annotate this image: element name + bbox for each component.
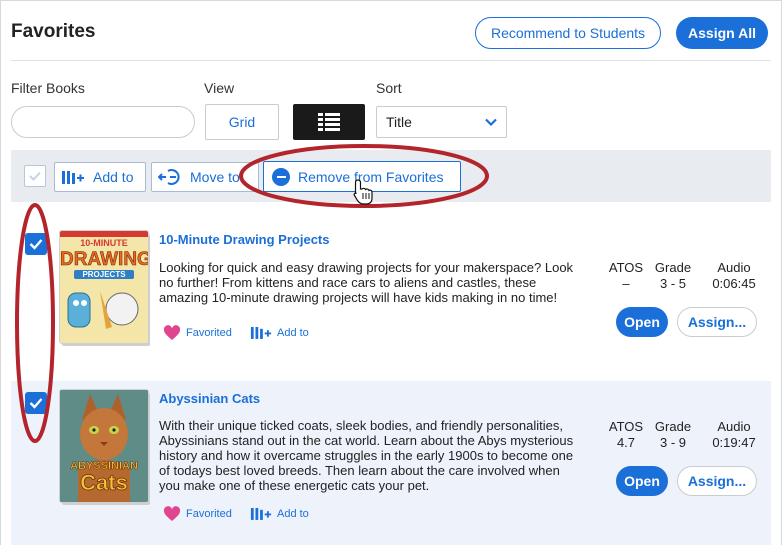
book-cover[interactable]: 10-MINUTE DRAWING PROJECTS xyxy=(60,231,148,343)
book-description: With their unique ticked coats, sleek bo… xyxy=(159,418,574,493)
assign-all-button[interactable]: Assign All xyxy=(676,17,768,49)
grade-value: 3 - 5 xyxy=(659,276,686,291)
toolbar-add-to-label: Add to xyxy=(93,169,134,185)
filter-books-input[interactable] xyxy=(11,106,195,138)
book-description: Looking for quick and easy drawing proje… xyxy=(159,260,574,305)
view-grid-button[interactable]: Grid xyxy=(205,104,279,140)
heart-icon xyxy=(163,506,181,521)
audio-label: Audio xyxy=(717,419,751,434)
check-icon xyxy=(29,398,43,409)
favorited-toggle[interactable]: Favorited xyxy=(163,325,232,341)
view-label: View xyxy=(204,80,235,96)
page-title: Favorites xyxy=(11,21,96,42)
add-to-label: Add to xyxy=(277,507,309,520)
filter-books-label: Filter Books xyxy=(11,80,85,96)
check-icon xyxy=(29,239,43,250)
sort-select[interactable]: Title xyxy=(376,106,507,138)
toolbar-move-to-button[interactable]: Move to xyxy=(151,162,259,192)
audio-value: 0:06:45 xyxy=(712,276,756,291)
book-title-link[interactable]: 10-Minute Drawing Projects xyxy=(159,232,329,247)
book-cover[interactable]: ABYSSINIAN Cats xyxy=(60,390,148,502)
add-to-link[interactable]: Add to xyxy=(250,325,309,340)
assign-button[interactable]: Assign... xyxy=(677,466,757,496)
add-to-shelf-icon xyxy=(250,327,272,339)
move-to-icon xyxy=(158,169,180,185)
open-button[interactable]: Open xyxy=(616,466,668,496)
book-checkbox[interactable] xyxy=(25,233,47,255)
list-view-icon xyxy=(318,113,340,131)
chevron-down-icon xyxy=(485,118,497,127)
add-to-label: Add to xyxy=(277,326,309,339)
header-divider xyxy=(11,60,771,61)
book-title-link[interactable]: Abyssinian Cats xyxy=(159,391,260,406)
cover-text-sub: PROJECTS xyxy=(74,270,134,279)
favorited-label: Favorited xyxy=(186,327,232,339)
toolbar-move-to-label: Move to xyxy=(190,169,240,185)
toolbar-add-to-button[interactable]: Add to xyxy=(54,162,146,192)
remove-from-favorites-button[interactable]: Remove from Favorites xyxy=(263,161,461,192)
cover-text-top: 10-MINUTE xyxy=(80,238,128,248)
book-checkbox[interactable] xyxy=(25,392,47,414)
grade-label: Grade xyxy=(654,419,692,434)
heart-icon xyxy=(163,325,181,340)
check-icon xyxy=(29,171,41,181)
grade-value: 3 - 9 xyxy=(659,435,686,450)
favorited-toggle[interactable]: Favorited xyxy=(163,506,232,522)
sort-select-value: Title xyxy=(386,114,412,130)
add-to-link[interactable]: Add to xyxy=(250,506,309,521)
cover-text-main: DRAWING xyxy=(60,249,148,271)
audio-value: 0:19:47 xyxy=(712,435,756,450)
sort-label: Sort xyxy=(376,80,402,96)
remove-from-favorites-label: Remove from Favorites xyxy=(298,168,444,185)
select-all-checkbox[interactable] xyxy=(24,165,46,187)
add-to-shelf-icon xyxy=(62,171,84,184)
open-button[interactable]: Open xyxy=(616,307,668,337)
cover-text-main: Cats xyxy=(80,470,128,496)
view-list-button[interactable] xyxy=(293,104,365,140)
audio-label: Audio xyxy=(717,260,751,275)
add-to-shelf-icon xyxy=(250,508,272,520)
assign-button[interactable]: Assign... xyxy=(677,307,757,337)
favorited-label: Favorited xyxy=(186,508,232,520)
grade-label: Grade xyxy=(654,260,692,275)
minus-circle-icon xyxy=(272,167,290,186)
recommend-to-students-button[interactable]: Recommend to Students xyxy=(475,17,661,49)
